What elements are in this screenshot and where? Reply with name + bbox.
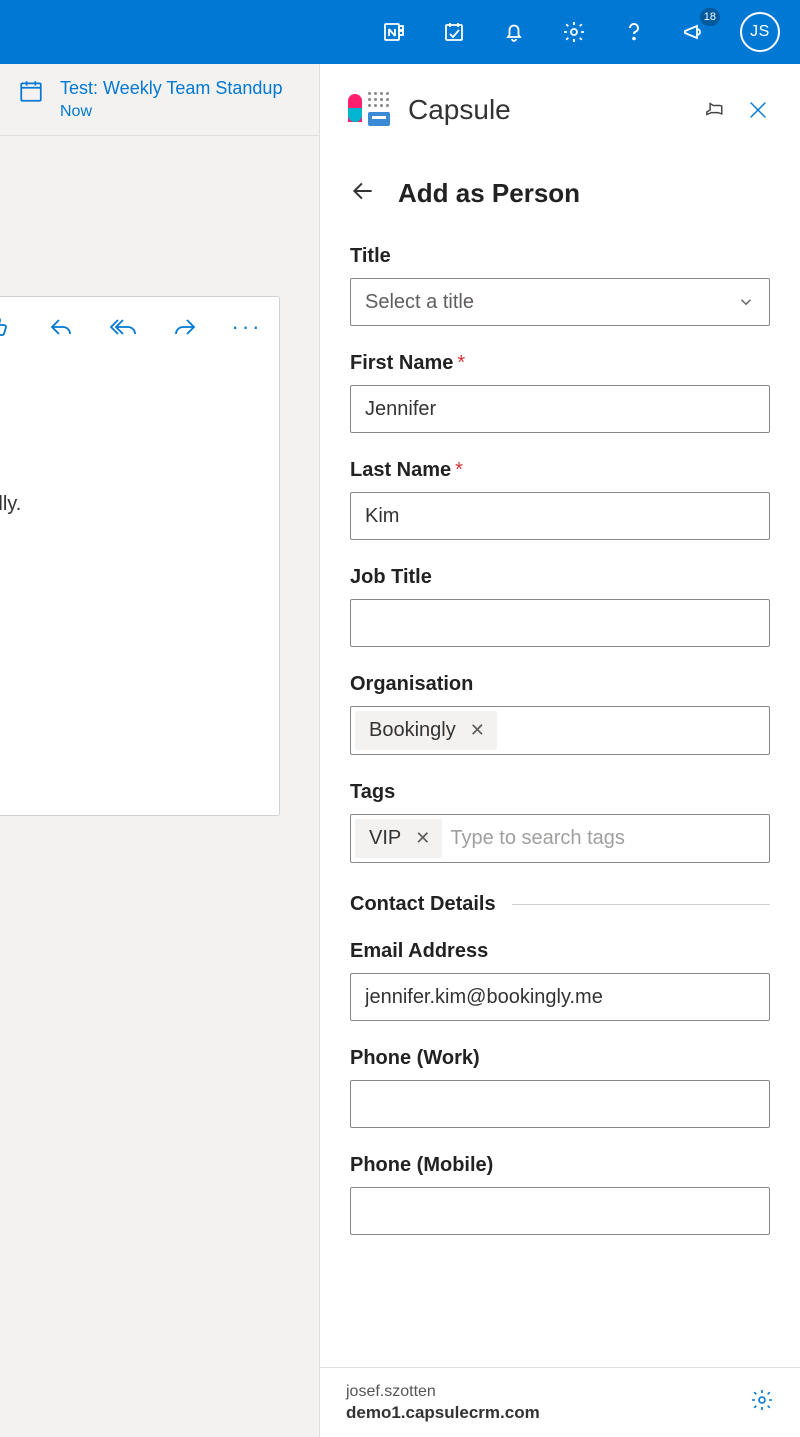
label-job-title: Job Title [350, 566, 770, 589]
avatar[interactable]: JS [740, 12, 780, 52]
phone-mobile-input[interactable] [350, 1187, 770, 1235]
title-select[interactable]: Select a title [350, 278, 770, 326]
calendar-icon [18, 78, 44, 104]
page-title: Add as Person [398, 178, 580, 209]
section-contact-details: Contact Details [350, 893, 770, 916]
gear-icon[interactable] [560, 18, 588, 46]
reply-all-icon[interactable] [109, 313, 137, 341]
label-phone-work: Phone (Work) [350, 1047, 770, 1070]
event-title: Test: Weekly Team Standup [60, 78, 282, 99]
pin-icon[interactable] [700, 96, 728, 124]
like-icon[interactable] [0, 313, 13, 341]
mail-body-fragment: onally. [0, 493, 21, 516]
label-last-name: Last Name* [350, 459, 770, 482]
page-heading: Add as Person [350, 178, 770, 209]
onenote-icon[interactable] [380, 18, 408, 46]
event-time: Now [60, 103, 282, 121]
capsule-app-name: Capsule [408, 94, 684, 126]
outlook-left-pane: Test: Weekly Team Standup Now ··· onally… [0, 64, 320, 1437]
label-phone-mobile: Phone (Mobile) [350, 1154, 770, 1177]
mail-reading-pane: ··· onally. [0, 296, 280, 816]
organisation-input[interactable]: Bookingly ✕ [350, 706, 770, 755]
title-select-placeholder: Select a title [365, 291, 474, 314]
label-tags: Tags [350, 781, 770, 804]
bell-icon[interactable] [500, 18, 528, 46]
footer-gear-icon[interactable] [750, 1388, 774, 1417]
footer-domain: demo1.capsulecrm.com [346, 1403, 540, 1423]
tags-input[interactable]: VIP ✕ [350, 814, 770, 863]
reply-icon[interactable] [47, 313, 75, 341]
footer-user: josef.szotten [346, 1383, 540, 1401]
last-name-input[interactable] [350, 492, 770, 540]
capsule-footer: josef.szotten demo1.capsulecrm.com [320, 1367, 800, 1437]
label-title: Title [350, 245, 770, 268]
label-organisation: Organisation [350, 673, 770, 696]
label-first-name: First Name* [350, 352, 770, 375]
notification-badge: 18 [700, 8, 720, 26]
tag-chip: VIP ✕ [355, 819, 442, 858]
close-icon[interactable] [744, 96, 772, 124]
remove-tag-icon[interactable]: ✕ [415, 828, 430, 849]
remove-org-icon[interactable]: ✕ [470, 720, 485, 741]
first-name-input[interactable] [350, 385, 770, 433]
organisation-chip: Bookingly ✕ [355, 711, 497, 750]
forward-icon[interactable] [171, 313, 199, 341]
back-arrow-icon[interactable] [350, 178, 378, 209]
help-icon[interactable] [620, 18, 648, 46]
tags-search-input[interactable] [450, 827, 765, 850]
email-input[interactable] [350, 973, 770, 1021]
job-title-input[interactable] [350, 599, 770, 647]
outlook-top-bar: 18 JS [0, 0, 800, 64]
megaphone-icon[interactable]: 18 [680, 18, 708, 46]
capsule-header: Capsule [320, 64, 800, 136]
chevron-down-icon [737, 293, 755, 311]
capsule-addin-pane: Capsule Add as Person Title Select a tit… [320, 64, 800, 1437]
more-icon[interactable]: ··· [233, 313, 261, 341]
todo-icon[interactable] [440, 18, 468, 46]
calendar-event-row[interactable]: Test: Weekly Team Standup Now [0, 64, 319, 136]
label-email: Email Address [350, 940, 770, 963]
capsule-logo-icon [348, 92, 392, 128]
phone-work-input[interactable] [350, 1080, 770, 1128]
